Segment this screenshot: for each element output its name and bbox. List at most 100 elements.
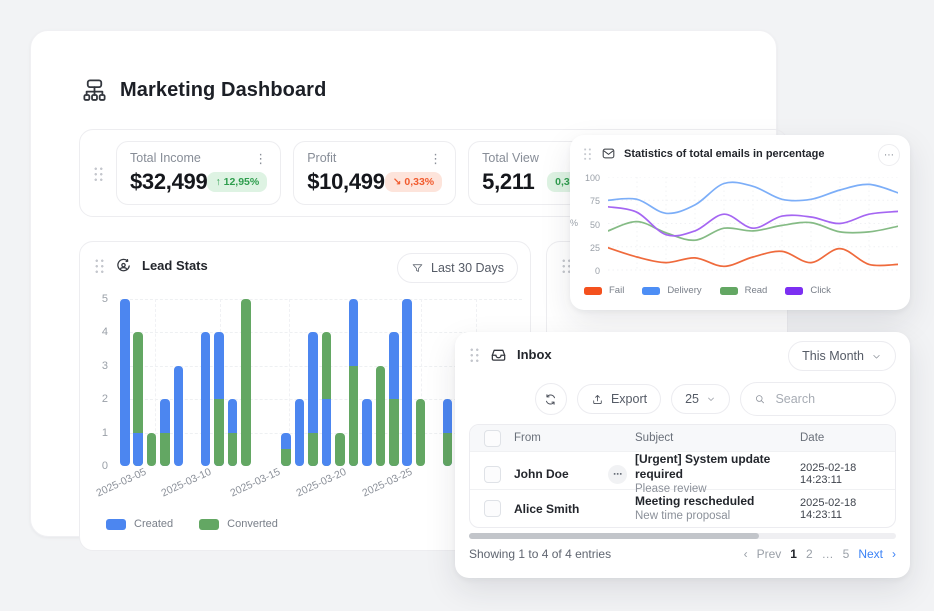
legend-swatch (720, 287, 738, 295)
page-item--[interactable]: ‹ (744, 547, 748, 561)
funnel-icon (411, 262, 424, 275)
inbox-title: Inbox (517, 347, 552, 362)
kpi-value: $10,499 (307, 169, 384, 195)
page-size-value: 25 (685, 392, 699, 406)
export-button[interactable]: Export (577, 384, 661, 414)
mail-icon (601, 146, 616, 161)
kpi-label: Total Income (130, 151, 201, 165)
subject-cell: [Urgent] System update requiredPlease re… (635, 452, 800, 497)
page-header: Marketing Dashboard (81, 77, 326, 104)
drag-handle-icon[interactable] (469, 347, 480, 362)
search-input[interactable] (773, 391, 882, 407)
legend-swatch (199, 519, 219, 530)
lead-stats-title: Lead Stats (142, 258, 208, 273)
bar-segment (308, 433, 318, 466)
legend-item-converted: Converted (199, 518, 278, 530)
page-item-prev[interactable]: Prev (757, 547, 782, 561)
y-tick: 2 (88, 393, 108, 405)
drag-handle-icon[interactable] (94, 258, 105, 273)
kpi-label: Total View (482, 151, 539, 165)
bar-segment (376, 366, 386, 466)
legend-swatch (106, 519, 126, 530)
ellipsis-menu-button[interactable]: ⋯ (878, 144, 900, 166)
export-icon (591, 393, 604, 406)
legend-swatch (642, 287, 660, 295)
email-line-chart (608, 177, 898, 273)
table-row[interactable]: Alice Smith Meeting rescheduledNew time … (470, 489, 895, 527)
period-select[interactable]: This Month (788, 341, 896, 371)
filter-label: Last 30 Days (431, 261, 504, 275)
y-tick: 0 (88, 460, 108, 472)
export-label: Export (611, 392, 647, 406)
bar-segment (349, 366, 359, 466)
chevron-down-icon (706, 394, 716, 404)
legend-swatch (584, 287, 602, 295)
legend-item-fail: Fail (584, 285, 624, 296)
kebab-menu-icon[interactable]: ⋮ (429, 152, 442, 165)
column-date: Date (800, 432, 896, 444)
table-row[interactable]: John Doe⋯ [Urgent] System update require… (470, 451, 895, 489)
row-checkbox[interactable] (484, 466, 501, 483)
y-tick: 25 (582, 243, 600, 253)
bar-segment (443, 433, 453, 466)
page-item-2[interactable]: 2 (806, 547, 813, 561)
row-checkbox[interactable] (484, 500, 501, 517)
page-size-select[interactable]: 25 (671, 384, 730, 414)
refresh-button[interactable] (535, 383, 567, 415)
kpi-value: $32,499 (130, 169, 207, 195)
kpi-label: Profit (307, 151, 336, 165)
bar-segment (120, 299, 130, 466)
page-item-next[interactable]: Next (858, 547, 883, 561)
y-tick: 1 (88, 427, 108, 439)
period-value: This Month (802, 349, 864, 363)
inbox-card: Inbox This Month Export 25 (455, 332, 910, 578)
y-axis-unit: % (564, 218, 578, 228)
select-all-checkbox[interactable] (484, 430, 501, 447)
search-box[interactable] (740, 382, 896, 416)
line-chart-legend: FailDeliveryReadClick (584, 285, 831, 296)
page-item--[interactable]: … (822, 547, 834, 561)
pagination: ‹ Prev 12 … 5 Next › (744, 547, 896, 561)
legend-item-delivery: Delivery (642, 285, 701, 296)
y-tick: 0 (582, 266, 600, 276)
bar-segment (362, 399, 372, 466)
bar-segment (335, 433, 345, 466)
bar-segment (214, 399, 224, 466)
page-item--[interactable]: › (892, 547, 896, 561)
last-30-days-filter-button[interactable]: Last 30 Days (397, 253, 518, 283)
table-scrollbar[interactable] (469, 533, 896, 539)
table-header-row: From Subject Date (470, 425, 895, 451)
kebab-menu-icon[interactable]: ⋮ (254, 152, 267, 165)
y-tick: 75 (582, 196, 600, 206)
scrollbar-thumb[interactable] (469, 533, 759, 539)
bar-segment (389, 399, 399, 466)
kpi-trend-badge: ↑ 12,95% (207, 172, 267, 192)
bar-segment (241, 299, 251, 466)
column-from: From (514, 432, 635, 444)
y-tick: 50 (582, 220, 600, 230)
email-statistics-title: Statistics of total emails in percentage (624, 148, 825, 160)
bar-segment (322, 399, 332, 466)
legend-item-click: Click (785, 285, 831, 296)
page-title: Marketing Dashboard (120, 79, 326, 102)
x-tick-label: 2025-03-15 (229, 466, 283, 500)
bar-segment (147, 433, 157, 466)
legend-swatch (785, 287, 803, 295)
sitemap-icon (81, 77, 108, 104)
kpi-card-total-income: Total Income ⋮ $32,499 ↑ 12,95% (116, 141, 281, 205)
from-cell: John Doe⋯ (514, 465, 635, 484)
drag-handle-icon[interactable] (93, 166, 104, 181)
page-item-5[interactable]: 5 (843, 547, 850, 561)
email-statistics-card: Statistics of total emails in percentage… (570, 135, 910, 310)
date-cell: 2025-02-18 14:23:11 (800, 462, 896, 486)
page-item-1[interactable]: 1 (790, 547, 797, 561)
inbox-table: From Subject Date John Doe⋯ [Urgent] Sys… (469, 424, 896, 528)
y-tick: 100 (582, 173, 600, 183)
drag-handle-icon[interactable] (583, 147, 592, 160)
bar-segment (416, 399, 426, 466)
legend-item-created: Created (106, 518, 173, 530)
row-menu-button[interactable]: ⋯ (608, 465, 627, 484)
bar-segment (228, 433, 238, 466)
column-subject: Subject (635, 432, 800, 444)
chevron-down-icon (871, 351, 882, 362)
